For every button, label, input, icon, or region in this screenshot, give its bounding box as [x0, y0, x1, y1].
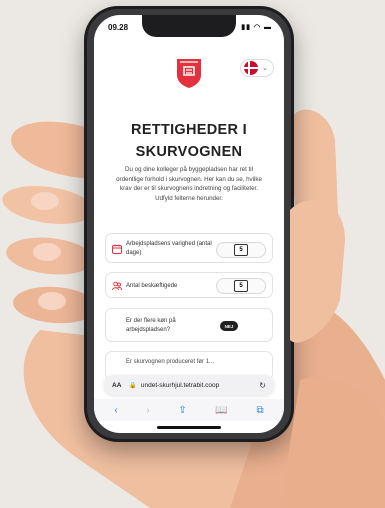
bookmarks-icon[interactable]: 📖: [215, 405, 227, 416]
notch: [142, 15, 236, 37]
duration-value[interactable]: 5: [234, 244, 248, 256]
url-text[interactable]: undet-skurhjul.tetrabit.coop: [141, 382, 259, 389]
field-production-label: Er skurvognen produceret før 1...: [126, 359, 215, 365]
status-time: 09.28: [108, 23, 129, 32]
gender-toggle[interactable]: NEJ: [220, 321, 238, 331]
field-gender-card: Er der flere køn på arbejdspladsen? NEJ: [105, 308, 273, 342]
phone-frame: 09.28 ▮▮ ◠ ▬ ⌄ RETTIGHEDER I SKURVOGNEN …: [84, 6, 294, 442]
home-indicator[interactable]: [157, 426, 221, 429]
status-icons: ▮▮ ◠ ▬: [241, 24, 272, 31]
share-icon[interactable]: ⇪: [178, 405, 186, 416]
duration-stepper[interactable]: 5: [216, 242, 266, 258]
back-icon[interactable]: ‹: [114, 405, 117, 416]
chevron-down-icon: ⌄: [262, 65, 268, 72]
shield-logo-icon[interactable]: [175, 57, 203, 89]
browser-toolbar: ‹ › ⇪ 📖 ⧉: [94, 399, 284, 421]
page-title-line1: RETTIGHEDER I: [131, 122, 247, 138]
danish-flag-icon: [244, 61, 258, 75]
employees-stepper[interactable]: 5: [216, 278, 266, 294]
text-size-button[interactable]: AA: [112, 382, 121, 389]
reload-icon[interactable]: ↻: [259, 381, 266, 390]
page-title: RETTIGHEDER I SKURVOGNEN: [94, 119, 284, 163]
calendar-icon: [112, 244, 122, 254]
field-duration-label: Arbejdspladsens varighed (antal dage): [126, 241, 212, 256]
people-icon: [112, 281, 122, 291]
field-employees-label: Antal beskæftigede: [126, 283, 178, 289]
intro-text: Du og dine kolleger på byggepladsen har …: [116, 166, 262, 202]
phone-screen: 09.28 ▮▮ ◠ ▬ ⌄ RETTIGHEDER I SKURVOGNEN …: [94, 15, 284, 433]
field-duration-card: Arbejdspladsens varighed (antal dage) 5: [105, 233, 273, 263]
field-employees-card: Antal beskæftigede 5: [105, 272, 273, 298]
page-title-line2: SKURVOGNEN: [135, 144, 243, 160]
forward-icon[interactable]: ›: [146, 405, 149, 416]
lock-icon: 🔒: [129, 382, 137, 389]
address-bar[interactable]: AA 🔒 undet-skurhjul.tetrabit.coop ↻: [104, 375, 274, 395]
field-gender-label: Er der flere køn på arbejdspladsen?: [126, 318, 176, 333]
tabs-icon[interactable]: ⧉: [256, 405, 263, 416]
language-selector[interactable]: ⌄: [240, 59, 274, 77]
employees-value[interactable]: 5: [234, 280, 248, 292]
